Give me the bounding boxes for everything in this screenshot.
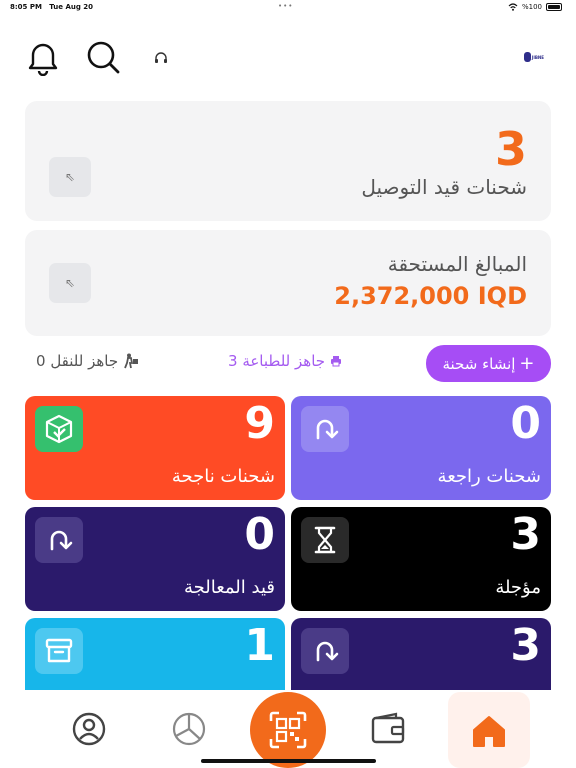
status-bar: 8:05 PM Tue Aug 20 ••• %100	[0, 0, 576, 14]
tile-count: 9	[244, 398, 275, 449]
return-arrow-icon	[316, 419, 339, 440]
tile-count: 3	[510, 509, 541, 560]
return-arrow-icon	[316, 641, 339, 662]
headset-icon[interactable]	[153, 50, 169, 66]
home-indicator	[201, 759, 376, 763]
tile-count: 0	[510, 398, 541, 449]
battery-icon	[546, 3, 562, 11]
multitask-dots: •••	[278, 2, 294, 10]
tile-successful-shipments[interactable]: 9 شحنات ناجحة	[25, 396, 285, 500]
tile-icon-archive	[35, 628, 83, 674]
dues-card[interactable]: ⇖ المبالغ المستحقة 2,372,000 IQD	[25, 230, 551, 336]
wifi-icon	[508, 3, 518, 11]
ready-to-print-link[interactable]: جاهز للطباعة 3	[228, 352, 342, 370]
nav-wallet[interactable]	[361, 700, 415, 758]
plus-icon: +	[519, 353, 535, 374]
dues-card-arrow-button[interactable]: ⇖	[49, 263, 91, 303]
printer-icon	[331, 356, 342, 367]
tile-count: 1	[244, 620, 275, 671]
logo-mark	[523, 52, 531, 62]
courier-icon	[124, 353, 139, 369]
tile-label: قيد المعالجة	[183, 577, 275, 598]
tile-icon-return	[301, 628, 349, 674]
delivery-count: 3	[494, 122, 527, 176]
home-icon	[473, 716, 505, 747]
ready-to-print-label: جاهز للطباعة 3	[228, 352, 326, 370]
tile-icon-box	[35, 406, 83, 452]
chart-icon	[172, 712, 206, 746]
nav-reports[interactable]	[162, 700, 216, 758]
status-time: 8:05 PM Tue Aug 20	[10, 3, 94, 11]
wallet-icon	[371, 712, 405, 744]
tile-icon-return	[35, 517, 83, 563]
profile-icon	[72, 712, 106, 746]
qr-scan-icon	[269, 711, 307, 749]
tile-label: شحنات ناجحة	[171, 466, 275, 487]
search-icon[interactable]	[86, 40, 120, 74]
delivery-label: شحنات قيد التوصيل	[361, 175, 527, 199]
ready-to-move-link[interactable]: جاهز للنقل 0	[36, 352, 139, 370]
delivery-card-arrow-button[interactable]: ⇖	[49, 157, 91, 197]
scan-qr-button[interactable]	[250, 692, 326, 768]
tile-label: مؤجلة	[495, 577, 541, 598]
tile-icon-return	[301, 406, 349, 452]
battery-percent: %100	[521, 3, 542, 11]
archive-icon	[45, 638, 73, 663]
tile-returned-shipments[interactable]: 0 شحنات راجعة	[291, 396, 551, 500]
ready-to-move-label: جاهز للنقل 0	[36, 352, 119, 370]
nav-home[interactable]	[462, 702, 516, 760]
box-check-icon	[45, 414, 73, 444]
nav-profile[interactable]	[62, 700, 116, 758]
dues-amount: 2,372,000 IQD	[334, 282, 527, 310]
tile-label: شحنات راجعة	[437, 466, 541, 487]
return-arrow-icon	[50, 530, 73, 551]
tile-processing[interactable]: 0 قيد المعالجة	[25, 507, 285, 611]
status-right: %100	[508, 3, 562, 11]
bell-icon[interactable]	[27, 40, 59, 76]
logo-text: JIBNE	[531, 54, 544, 60]
tile-postponed[interactable]: 3 مؤجلة	[291, 507, 551, 611]
create-shipment-label: إنشاء شحنة	[442, 354, 516, 373]
create-shipment-button[interactable]: + إنشاء شحنة	[426, 345, 551, 382]
tile-icon-hourglass	[301, 517, 349, 563]
delivery-card[interactable]: ⇖ 3 شحنات قيد التوصيل	[25, 101, 551, 221]
tile-count: 3	[510, 620, 541, 671]
arrow-up-left-icon: ⇖	[64, 170, 76, 184]
tile-count: 0	[244, 509, 275, 560]
hourglass-icon	[314, 526, 336, 554]
dues-label: المبالغ المستحقة	[387, 252, 527, 276]
arrow-up-left-icon: ⇖	[64, 276, 76, 290]
brand-logo: JIBNE	[523, 52, 544, 62]
